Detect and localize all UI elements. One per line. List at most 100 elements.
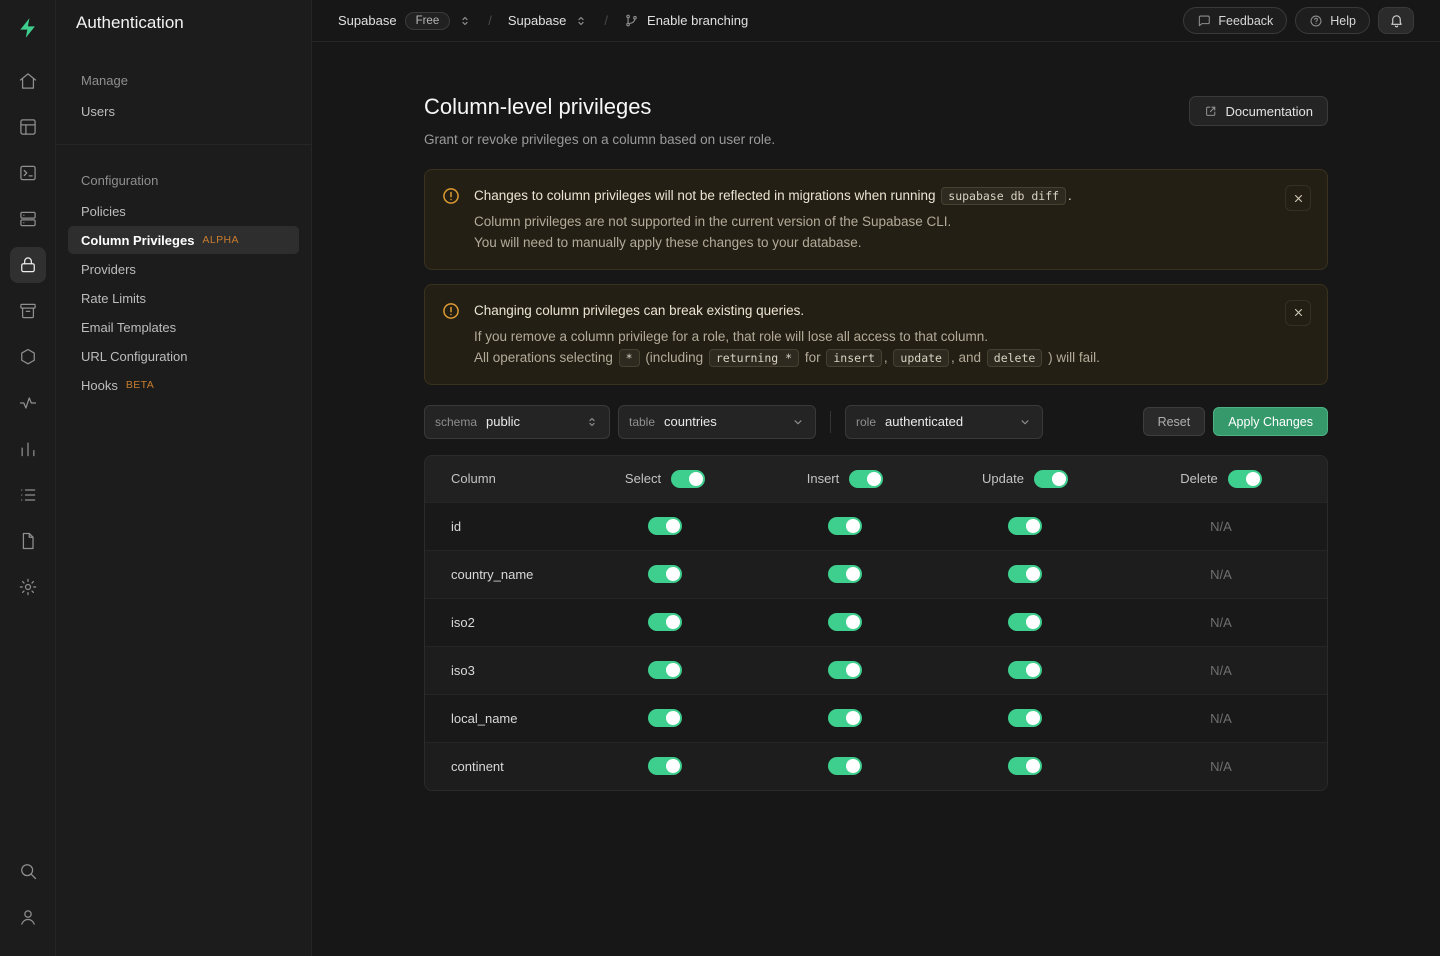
- close-icon: [1292, 306, 1305, 319]
- profile-icon[interactable]: [10, 899, 46, 935]
- project-name: Supabase: [508, 13, 567, 28]
- bell-icon: [1389, 13, 1404, 28]
- section-label-manage: Manage: [56, 67, 311, 96]
- cli-warning-banner: Changes to column privileges will not be…: [424, 169, 1328, 270]
- insert-toggle[interactable]: [828, 613, 862, 631]
- realtime-icon[interactable]: [10, 385, 46, 421]
- search-icon[interactable]: [10, 853, 46, 889]
- close-banner-button[interactable]: [1285, 300, 1311, 326]
- sidebar-item-label: Users: [81, 104, 115, 119]
- sidebar-item-url-configuration[interactable]: URL Configuration: [68, 342, 299, 370]
- update-all-toggle[interactable]: [1034, 470, 1068, 488]
- update-toggle[interactable]: [1008, 613, 1042, 631]
- queries-warning-banner: Changing column privileges can break exi…: [424, 284, 1328, 385]
- insert-toggle[interactable]: [828, 709, 862, 727]
- table-row: continent N/A: [425, 742, 1327, 790]
- insert-toggle[interactable]: [828, 757, 862, 775]
- supabase-logo[interactable]: [10, 10, 46, 46]
- help-button[interactable]: Help: [1295, 7, 1370, 34]
- select-all-toggle[interactable]: [671, 470, 705, 488]
- apply-changes-button[interactable]: Apply Changes: [1213, 407, 1328, 436]
- select-toggle[interactable]: [648, 661, 682, 679]
- logs-icon[interactable]: [10, 477, 46, 513]
- table-row: id N/A: [425, 502, 1327, 550]
- chevron-down-icon: [1018, 415, 1032, 429]
- select-toggle[interactable]: [648, 565, 682, 583]
- column-name: country_name: [425, 567, 575, 582]
- column-header: Column: [425, 471, 575, 486]
- schema-label: schema: [435, 415, 477, 429]
- sidebar-divider: [56, 144, 311, 145]
- icon-rail: [0, 0, 56, 956]
- table-header-row: Column Select Insert Update: [425, 456, 1327, 502]
- beta-badge: BETA: [126, 379, 154, 391]
- role-select[interactable]: role authenticated: [845, 405, 1043, 439]
- select-toggle[interactable]: [648, 709, 682, 727]
- update-toggle[interactable]: [1008, 661, 1042, 679]
- org-name: Supabase: [338, 13, 397, 28]
- org-breadcrumb[interactable]: Supabase Free: [338, 12, 472, 30]
- update-toggle[interactable]: [1008, 517, 1042, 535]
- delete-na: N/A: [1115, 567, 1327, 582]
- chevron-down-icon: [791, 415, 805, 429]
- authentication-icon[interactable]: [10, 247, 46, 283]
- sidebar-item-column-privileges[interactable]: Column Privileges ALPHA: [68, 226, 299, 254]
- enable-branching-button[interactable]: Enable branching: [624, 13, 748, 28]
- sidebar-item-users[interactable]: Users: [68, 97, 299, 125]
- sidebar-item-rate-limits[interactable]: Rate Limits: [68, 284, 299, 312]
- filter-bar: schema public table countries: [424, 405, 1328, 439]
- notifications-button[interactable]: [1378, 7, 1414, 34]
- banner-title: Changes to column privileges will not be…: [474, 185, 1272, 208]
- update-toggle[interactable]: [1008, 709, 1042, 727]
- close-banner-button[interactable]: [1285, 185, 1311, 211]
- feedback-button[interactable]: Feedback: [1183, 7, 1287, 34]
- main-area: Supabase Free / Supabase / Enable branch…: [312, 0, 1440, 956]
- sidebar-item-policies[interactable]: Policies: [68, 197, 299, 225]
- insert-toggle[interactable]: [828, 565, 862, 583]
- database-icon[interactable]: [10, 201, 46, 237]
- home-icon[interactable]: [10, 63, 46, 99]
- banner-line: All operations selecting * (including re…: [474, 348, 1272, 369]
- plan-badge: Free: [405, 12, 451, 30]
- select-toggle[interactable]: [648, 517, 682, 535]
- insert-toggle[interactable]: [828, 517, 862, 535]
- select-toggle[interactable]: [648, 757, 682, 775]
- sql-editor-icon[interactable]: [10, 155, 46, 191]
- delete-na: N/A: [1115, 663, 1327, 678]
- message-icon: [1197, 14, 1211, 28]
- sidebar-item-hooks[interactable]: Hooks BETA: [68, 371, 299, 399]
- insert-toggle[interactable]: [828, 661, 862, 679]
- delete-na: N/A: [1115, 759, 1327, 774]
- api-docs-icon[interactable]: [10, 523, 46, 559]
- settings-icon[interactable]: [10, 569, 46, 605]
- edge-functions-icon[interactable]: [10, 339, 46, 375]
- update-toggle[interactable]: [1008, 565, 1042, 583]
- code-chip: returning *: [709, 349, 799, 367]
- sidebar-item-label: Providers: [81, 262, 136, 277]
- documentation-button[interactable]: Documentation: [1189, 96, 1328, 126]
- enable-branching-label: Enable branching: [647, 13, 748, 28]
- update-toggle[interactable]: [1008, 757, 1042, 775]
- alert-circle-icon: [441, 301, 461, 321]
- select-header: Select: [625, 471, 661, 486]
- role-label: role: [856, 415, 876, 429]
- alert-circle-icon: [441, 186, 461, 206]
- delete-all-toggle[interactable]: [1228, 470, 1262, 488]
- code-chip: delete: [987, 349, 1043, 367]
- sidebar-item-providers[interactable]: Providers: [68, 255, 299, 283]
- auth-sidebar: Authentication Manage Users Configuratio…: [56, 0, 312, 956]
- storage-icon[interactable]: [10, 293, 46, 329]
- table-select[interactable]: table countries: [618, 405, 816, 439]
- table-editor-icon[interactable]: [10, 109, 46, 145]
- sidebar-title: Authentication: [56, 0, 311, 45]
- schema-value: public: [486, 414, 576, 429]
- reset-button[interactable]: Reset: [1143, 407, 1206, 436]
- reports-icon[interactable]: [10, 431, 46, 467]
- sidebar-item-label: Email Templates: [81, 320, 176, 335]
- project-breadcrumb[interactable]: Supabase: [508, 13, 589, 28]
- select-toggle[interactable]: [648, 613, 682, 631]
- documentation-label: Documentation: [1226, 104, 1313, 119]
- sidebar-item-email-templates[interactable]: Email Templates: [68, 313, 299, 341]
- schema-select[interactable]: schema public: [424, 405, 610, 439]
- insert-all-toggle[interactable]: [849, 470, 883, 488]
